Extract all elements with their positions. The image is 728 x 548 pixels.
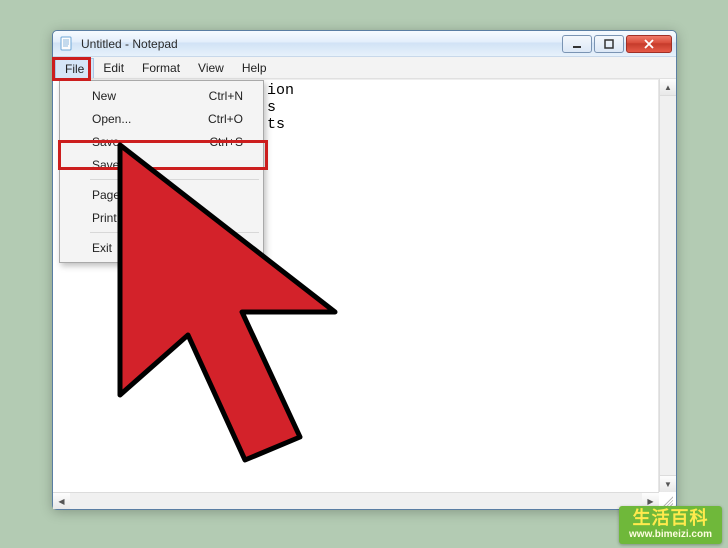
scroll-track[interactable] bbox=[660, 96, 676, 475]
watermark-badge: 生活百科 www.bimeizi.com bbox=[619, 506, 722, 544]
menu-item-save-as[interactable]: Save As... bbox=[62, 153, 261, 176]
maximize-button[interactable] bbox=[594, 35, 624, 53]
menu-item-label: Exit bbox=[92, 241, 112, 255]
titlebar[interactable]: Untitled - Notepad bbox=[53, 31, 676, 57]
minimize-button[interactable] bbox=[562, 35, 592, 53]
scroll-up-arrow-icon[interactable]: ▲ bbox=[660, 79, 676, 96]
menu-separator bbox=[90, 232, 259, 233]
menu-view[interactable]: View bbox=[189, 57, 233, 78]
close-button[interactable] bbox=[626, 35, 672, 53]
editor-text-fragment: ion bbox=[267, 82, 294, 99]
menu-item-label: Page Setup... bbox=[92, 188, 165, 202]
menu-item-new[interactable]: New Ctrl+N bbox=[62, 84, 261, 107]
file-dropdown-menu: New Ctrl+N Open... Ctrl+O Save Ctrl+S Sa… bbox=[59, 80, 264, 263]
menu-item-open[interactable]: Open... Ctrl+O bbox=[62, 107, 261, 130]
menu-separator bbox=[90, 179, 259, 180]
menu-item-label: Open... bbox=[92, 112, 131, 126]
editor-text-fragment: s bbox=[267, 99, 276, 116]
menu-format-label: Format bbox=[142, 61, 180, 75]
scroll-down-arrow-icon[interactable]: ▼ bbox=[660, 475, 676, 492]
menu-item-shortcut: Ctrl+O bbox=[208, 112, 243, 126]
menu-item-print[interactable]: Print... bbox=[62, 206, 261, 229]
watermark-line1: 生活百科 bbox=[629, 509, 712, 529]
menu-edit-label: Edit bbox=[103, 61, 124, 75]
menu-view-label: View bbox=[198, 61, 224, 75]
menu-item-exit[interactable]: Exit bbox=[62, 236, 261, 259]
menu-file-label: File bbox=[65, 62, 84, 76]
menubar: File Edit Format View Help bbox=[53, 57, 676, 79]
menu-item-shortcut: Ctrl+S bbox=[209, 135, 243, 149]
horizontal-scrollbar[interactable]: ◀ ▶ bbox=[53, 492, 659, 509]
menu-item-label: New bbox=[92, 89, 116, 103]
menu-file[interactable]: File bbox=[55, 58, 94, 78]
menu-item-page-setup[interactable]: Page Setup... bbox=[62, 183, 261, 206]
menu-item-save[interactable]: Save Ctrl+S bbox=[62, 130, 261, 153]
watermark-line2: www.bimeizi.com bbox=[629, 529, 712, 540]
resize-grip[interactable] bbox=[661, 494, 673, 506]
menu-format[interactable]: Format bbox=[133, 57, 189, 78]
notepad-icon bbox=[59, 36, 75, 52]
menu-item-shortcut: Ctrl+N bbox=[209, 89, 243, 103]
scroll-left-arrow-icon[interactable]: ◀ bbox=[53, 493, 70, 509]
menu-item-label: Print... bbox=[92, 211, 127, 225]
menu-help[interactable]: Help bbox=[233, 57, 276, 78]
scroll-track[interactable] bbox=[70, 493, 642, 509]
editor-text-fragment: ts bbox=[267, 116, 285, 133]
menu-edit[interactable]: Edit bbox=[94, 57, 133, 78]
menu-item-label: Save bbox=[92, 135, 119, 149]
window-title: Untitled - Notepad bbox=[81, 37, 178, 51]
vertical-scrollbar[interactable]: ▲ ▼ bbox=[659, 79, 676, 492]
menu-help-label: Help bbox=[242, 61, 267, 75]
menu-item-label: Save As... bbox=[92, 158, 146, 172]
